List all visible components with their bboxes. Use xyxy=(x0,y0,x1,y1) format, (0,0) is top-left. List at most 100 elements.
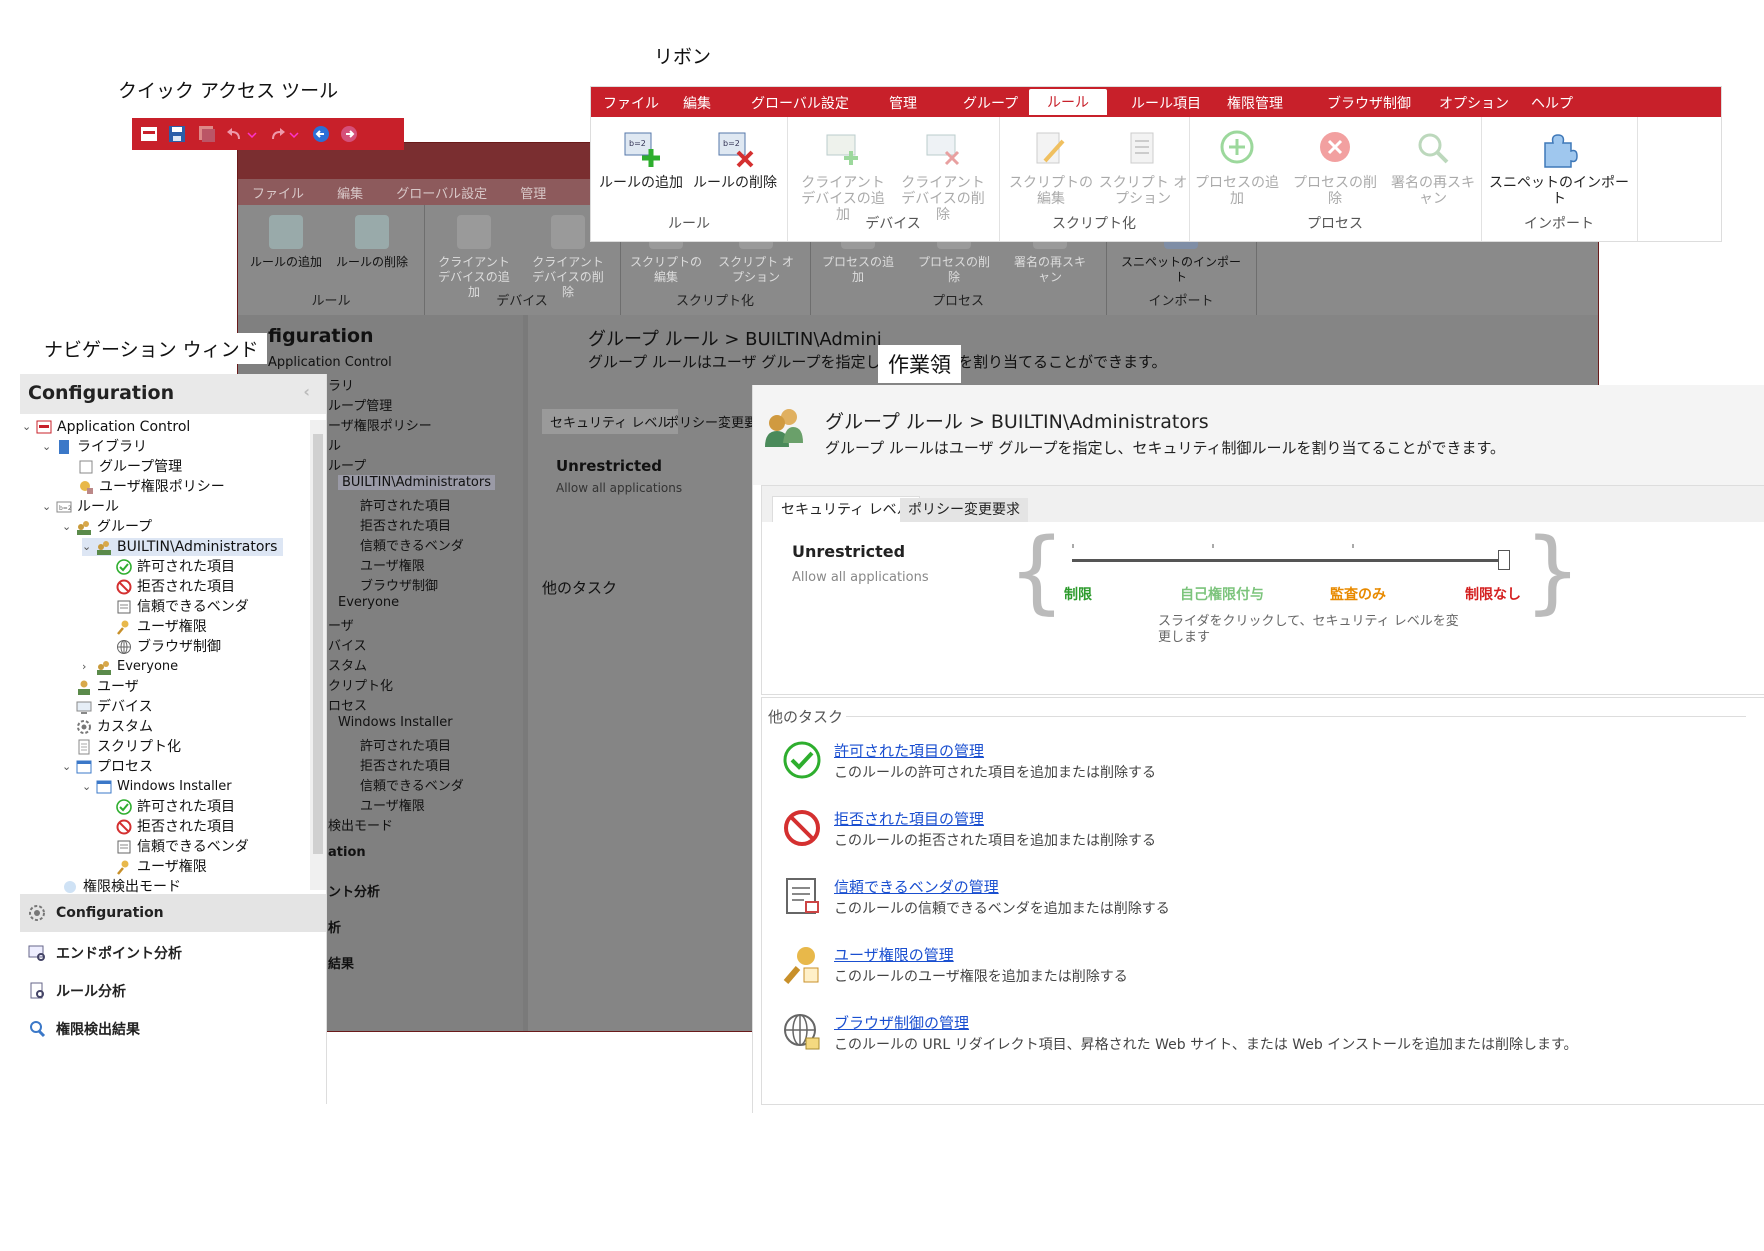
tree-item-process[interactable]: ⌄ プロセス xyxy=(62,758,153,776)
user-icon xyxy=(78,680,90,695)
add-process-button[interactable]: プロセスの追加 xyxy=(1189,129,1285,207)
tree-label: ライブラリ xyxy=(77,439,147,455)
tab-security-level[interactable]: セキュリティ レベル xyxy=(772,496,920,523)
ribbon-group-label: スクリプト化 xyxy=(1052,216,1136,232)
collapse-icon[interactable]: ⌄ xyxy=(82,538,92,556)
section-endpoint-analysis[interactable]: エンドポイント分析 xyxy=(20,934,326,972)
tree-item-denied[interactable]: 拒否された項目 xyxy=(116,818,235,836)
delete-rule-button[interactable]: b=2 ルールの削除 xyxy=(687,129,783,191)
slider-track[interactable] xyxy=(1072,559,1504,562)
save-all-icon[interactable] xyxy=(198,125,216,143)
tree-item-vendors[interactable]: 信頼できるベンダ xyxy=(116,598,249,616)
edit-script-button[interactable]: スクリプトの編集 xyxy=(1003,129,1099,207)
undo-icon[interactable] xyxy=(226,125,244,143)
tree-item-application-control[interactable]: ⌄ Application Control xyxy=(22,418,190,436)
nav-tree: ⌄ Application Control ⌄ ライブラリ グループ管理 ユーザ権限… xyxy=(20,414,312,894)
tree-label: 信頼できるベンダ xyxy=(137,599,249,615)
tree-item-rules[interactable]: ⌄ b=2 ルール xyxy=(42,498,119,516)
delete-process-button[interactable]: プロセスの削除 xyxy=(1287,129,1383,207)
tree-item-library[interactable]: ⌄ ライブラリ xyxy=(42,438,147,456)
collapse-nav-icon[interactable]: ‹ xyxy=(303,382,310,401)
tree-item-allowed[interactable]: 許可された項目 xyxy=(116,798,235,816)
rescan-icon xyxy=(1418,133,1449,164)
manage-allowed-desc: このルールの許可された項目を追加または削除する xyxy=(834,765,1156,781)
section-configuration[interactable]: Configuration xyxy=(20,894,326,932)
tab-edit[interactable]: 編集 xyxy=(683,93,711,113)
users-group-icon xyxy=(77,521,91,535)
redo-icon[interactable] xyxy=(268,125,286,143)
rescan-button[interactable]: 署名の再スキャン xyxy=(1385,129,1481,207)
security-level-content: Unrestricted Allow all applications { } … xyxy=(762,522,1764,694)
tree-item-builtin-admins[interactable]: ⌄ BUILTIN\Administrators xyxy=(82,538,284,556)
tree-item-custom[interactable]: カスタム xyxy=(76,718,153,736)
user-key-icon xyxy=(783,947,819,984)
bg-tree-item: バイス xyxy=(328,639,367,654)
collapse-icon[interactable]: ⌄ xyxy=(82,778,92,796)
slider-label-restricted: 制限 xyxy=(1064,587,1092,603)
undo-dropdown-icon[interactable] xyxy=(246,125,264,143)
collapse-icon[interactable]: ⌄ xyxy=(42,438,52,456)
tab-options[interactable]: オプション xyxy=(1439,93,1509,113)
nav-scrollbar[interactable] xyxy=(310,420,326,890)
tree-item-windows-installer[interactable]: ⌄ Windows Installer xyxy=(82,778,232,796)
tab-help[interactable]: ヘルプ xyxy=(1531,93,1573,113)
script-options-icon xyxy=(1130,132,1154,164)
tab-privilege[interactable]: 権限管理 xyxy=(1227,93,1283,113)
tree-item-device[interactable]: デバイス xyxy=(76,698,153,716)
tree-item-user-policy[interactable]: ユーザ権限ポリシー xyxy=(78,478,225,496)
add-rule-button[interactable]: b=2 ルールの追加 xyxy=(593,129,689,191)
slider-label-audit: 監査のみ xyxy=(1330,587,1386,603)
tab-file[interactable]: ファイル xyxy=(603,93,659,113)
collapse-icon[interactable]: ⌄ xyxy=(62,518,72,536)
expand-icon[interactable]: › xyxy=(82,658,92,676)
collapse-icon[interactable]: ⌄ xyxy=(62,758,72,776)
tree-item-group-management[interactable]: グループ管理 xyxy=(78,458,182,476)
script-options-button[interactable]: スクリプト オプション xyxy=(1095,129,1191,207)
save-icon[interactable] xyxy=(168,125,186,143)
tab-global-settings[interactable]: グローバル設定 xyxy=(751,93,849,113)
tree-item-user[interactable]: ユーザ xyxy=(76,678,139,696)
quick-access-toolbar xyxy=(132,118,404,150)
tab-group[interactable]: グループ xyxy=(963,93,1018,113)
manage-allowed-link[interactable]: 許可された項目の管理 xyxy=(834,740,984,761)
tree-item-user-rights[interactable]: ユーザ権限 xyxy=(116,618,207,636)
manage-browser-link[interactable]: ブラウザ制御の管理 xyxy=(834,1012,969,1033)
tree-item-user-rights[interactable]: ユーザ権限 xyxy=(116,858,207,876)
tree-item-browser-control[interactable]: ブラウザ制御 xyxy=(116,638,221,656)
section-rule-analysis[interactable]: ルール分析 xyxy=(20,972,326,1010)
nav-scrollbar-thumb[interactable] xyxy=(313,434,323,854)
collapse-icon[interactable]: ⌄ xyxy=(22,418,32,436)
section-label: ルール分析 xyxy=(56,984,126,1000)
tree-item-privilege-discovery[interactable]: 権限検出モード xyxy=(62,878,181,894)
bg-tree-item: Windows Installer xyxy=(338,715,453,730)
bg-tree-item: ーザ xyxy=(328,619,354,634)
manage-denied-link[interactable]: 拒否された項目の管理 xyxy=(834,808,984,829)
add-device-button[interactable]: クライアント デバイスの追加 xyxy=(795,129,891,223)
ribbon-group-label: インポート xyxy=(1524,216,1594,232)
tree-item-groups[interactable]: ⌄ グループ xyxy=(62,518,152,536)
app-control-icon xyxy=(36,420,52,434)
tab-manage[interactable]: 管理 xyxy=(889,93,917,113)
tree-item-denied[interactable]: 拒否された項目 xyxy=(116,578,235,596)
tree-item-allowed[interactable]: 許可された項目 xyxy=(116,558,235,576)
tree-item-everyone[interactable]: › Everyone xyxy=(82,658,178,676)
users-group-icon xyxy=(97,661,111,675)
manage-user-rights-link[interactable]: ユーザ権限の管理 xyxy=(834,944,954,965)
manage-vendors-link[interactable]: 信頼できるベンダの管理 xyxy=(834,876,999,897)
slider-thumb[interactable] xyxy=(1498,550,1510,570)
tab-browser[interactable]: ブラウザ制御 xyxy=(1327,93,1411,113)
redo-dropdown-icon[interactable] xyxy=(288,125,306,143)
section-privilege-results[interactable]: 権限検出結果 xyxy=(20,1010,326,1048)
import-snippet-button[interactable]: スニペットのインポート xyxy=(1487,129,1631,207)
work-area: グループ ルール > BUILTIN\Administrators グループ ル… xyxy=(752,385,1764,1113)
ribbon-group-label: プロセス xyxy=(1307,216,1363,232)
forward-icon[interactable] xyxy=(340,125,358,143)
app-icon[interactable] xyxy=(140,125,158,143)
tree-item-scripting[interactable]: スクリプト化 xyxy=(76,738,181,756)
tab-rule-items[interactable]: ルール項目 xyxy=(1131,93,1201,113)
tab-rule[interactable]: ルール xyxy=(1029,89,1107,115)
collapse-icon[interactable]: ⌄ xyxy=(42,498,52,516)
delete-device-button[interactable]: クライアント デバイスの削除 xyxy=(895,129,991,223)
back-icon[interactable] xyxy=(312,125,330,143)
tree-item-vendors[interactable]: 信頼できるベンダ xyxy=(116,838,249,856)
